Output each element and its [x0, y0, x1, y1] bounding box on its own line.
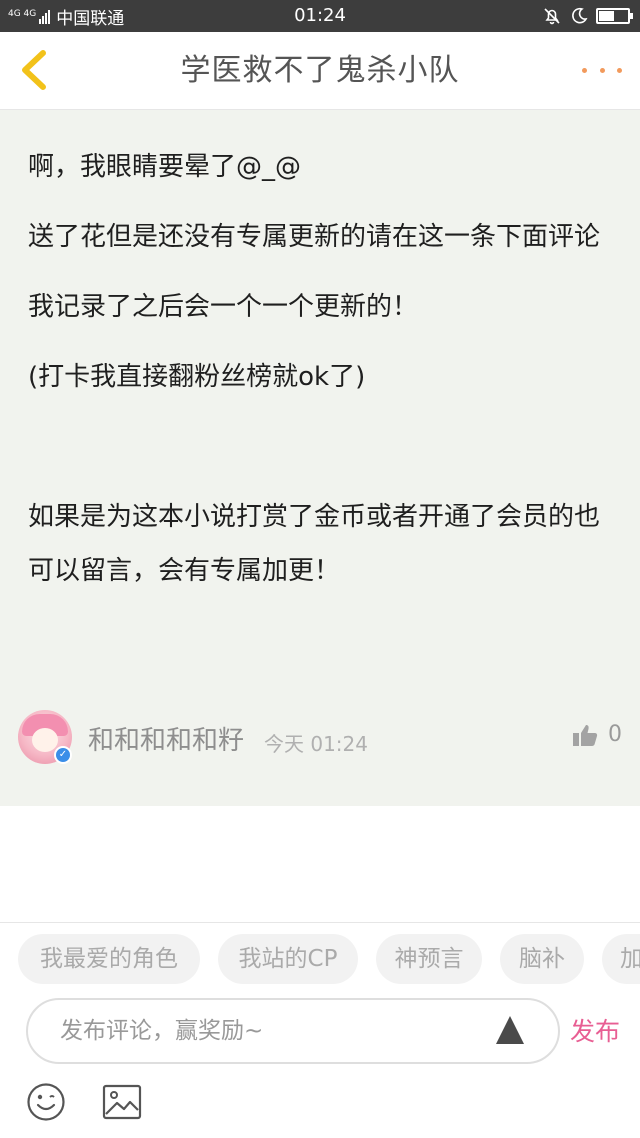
tag-chip[interactable]: 加	[602, 934, 640, 984]
battery-fill	[599, 11, 614, 21]
author-name[interactable]: 和和和和和籽	[88, 720, 244, 757]
more-dot	[617, 67, 622, 73]
publish-button[interactable]: 发布	[570, 1010, 620, 1054]
post-paragraph: 啊，我眼睛要晕了@_@	[28, 152, 302, 182]
bottom-divider	[0, 922, 640, 923]
silent-bell-icon	[544, 8, 560, 25]
thumbs-up-icon	[573, 724, 598, 746]
quick-tags: 我最爱的角色 我站的CP 神预言 脑补 加	[0, 934, 640, 984]
emoji-icon[interactable]	[26, 1082, 66, 1122]
post-paragraph: 如果是为这本小说打赏了金币或者开通了会员的也可以留言，会有专属加更！	[28, 502, 601, 586]
post-body: 啊，我眼睛要晕了@_@ 送了花但是还没有专属更新的请在这一条下面评论 我记录了之…	[28, 140, 618, 614]
comment-input[interactable]	[60, 1000, 460, 1062]
post-paragraph: 我记录了之后会一个一个更新的！	[28, 292, 419, 322]
more-dot	[599, 67, 605, 73]
more-dots-icon	[582, 67, 587, 73]
post-paragraph: (打卡我直接翻粉丝榜就ok了)	[28, 362, 366, 392]
verified-badge-icon: ✓	[54, 746, 72, 764]
moon-icon	[572, 7, 588, 24]
tag-chip[interactable]: 我最爱的角色	[18, 934, 200, 984]
comment-box	[26, 998, 560, 1064]
page-title: 学医救不了鬼杀小队	[180, 53, 460, 88]
tag-chip[interactable]: 神预言	[376, 934, 482, 984]
more-button[interactable]	[582, 58, 622, 82]
status-bar: 4G 4G 中国联通 01:24	[0, 0, 640, 32]
author-row: ✓ 和和和和和籽 今天 01:24 0	[18, 710, 628, 768]
post-paragraph-empty	[28, 420, 618, 474]
like-button[interactable]: 0	[572, 722, 622, 747]
tag-chip[interactable]: 脑补	[500, 934, 584, 984]
tag-chip[interactable]: 我站的CP	[218, 934, 358, 984]
avatar-face	[32, 728, 58, 752]
like-count: 0	[608, 722, 622, 747]
send-arrow-icon[interactable]	[494, 1014, 526, 1046]
status-right	[542, 0, 633, 32]
top-nav-bar: 学医救不了鬼杀小队	[0, 32, 640, 110]
post-paragraph: 送了花但是还没有专属更新的请在这一条下面评论	[28, 222, 601, 252]
post-timestamp: 今天 01:24	[264, 732, 368, 756]
post-card: 啊，我眼睛要晕了@_@ 送了花但是还没有专属更新的请在这一条下面评论 我记录了之…	[0, 110, 640, 806]
battery-icon	[596, 8, 633, 24]
image-icon[interactable]	[102, 1084, 142, 1120]
